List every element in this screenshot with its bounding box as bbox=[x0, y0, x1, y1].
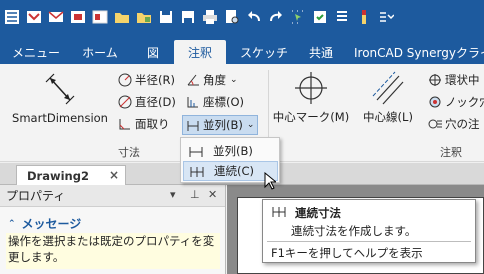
angle-button[interactable]: 角度 ⌄ bbox=[186, 72, 238, 88]
ring-center-icon bbox=[428, 73, 442, 87]
knock-hole-icon bbox=[428, 95, 442, 109]
selection-icon[interactable] bbox=[290, 9, 306, 25]
radius-label: 半径(R) bbox=[135, 73, 175, 87]
tab-sketch[interactable]: スケッチ bbox=[236, 40, 292, 64]
center-mark-icon bbox=[294, 70, 328, 109]
more-icon[interactable] bbox=[378, 9, 394, 25]
knock-hole-button[interactable]: ノック穴 bbox=[428, 94, 484, 110]
properties-panel-header: プロパティ ▾ ⊥ ✕ bbox=[0, 185, 225, 207]
panel-close-icon[interactable]: ✕ bbox=[208, 188, 217, 201]
center-mark-button[interactable]: 中心マーク(M) bbox=[272, 70, 350, 125]
dimension-group-label: 寸法 bbox=[118, 146, 140, 159]
redo-icon[interactable] bbox=[268, 9, 284, 25]
print-icon[interactable] bbox=[202, 9, 218, 25]
ring-center-button[interactable]: 環状中 bbox=[428, 72, 480, 88]
coordinate-button[interactable]: 座標(O) bbox=[186, 94, 244, 110]
radius-button[interactable]: 半径(R) bbox=[118, 72, 175, 88]
hole-info-icon bbox=[428, 117, 442, 131]
smart-dimension-label: SmartDimension bbox=[12, 111, 108, 125]
tab-drawing[interactable]: 図 bbox=[138, 40, 168, 64]
tab-common[interactable]: 共通 bbox=[300, 40, 342, 64]
mouse-cursor-icon bbox=[264, 172, 276, 190]
smart-dimension-icon bbox=[40, 70, 80, 111]
menu-item-label: 並列(B) bbox=[213, 144, 253, 158]
center-line-label: 中心線(L) bbox=[363, 110, 413, 124]
annotation-group-label: 注釈 bbox=[440, 146, 462, 159]
coordinate-label: 座標(O) bbox=[203, 95, 245, 109]
smart-dimension-button[interactable]: SmartDimension bbox=[12, 70, 108, 125]
undo-icon[interactable] bbox=[246, 9, 262, 25]
message-body: 操作を選択または既定のプロパティを変更します。 bbox=[6, 233, 220, 269]
tooltip-title-row: 連続寸法 bbox=[271, 204, 341, 221]
properties-icon[interactable] bbox=[334, 9, 350, 25]
tab-menu[interactable]: メニュー bbox=[8, 40, 64, 64]
tab-annotation[interactable]: 注釈 bbox=[174, 40, 226, 64]
tooltip-description: 連続寸法を作成します。 bbox=[291, 224, 417, 238]
tab-ironcad-synergy[interactable]: IronCAD Synergyクライア bbox=[354, 40, 484, 64]
tooltip-help-text: F1キーを押してヘルプを表示 bbox=[271, 246, 423, 260]
collapse-icon: ⌃ bbox=[8, 218, 16, 229]
close-icon[interactable]: × bbox=[109, 168, 119, 182]
parallel-split-button[interactable]: 並列(B) ⌄ bbox=[182, 115, 259, 135]
tooltip-title: 連続寸法 bbox=[295, 205, 341, 220]
print-preview-icon[interactable] bbox=[224, 9, 240, 25]
ribbon-tab-bar: メニュー ホーム 図 注釈 スケッチ 共通 IronCAD Synergyクライ… bbox=[0, 34, 484, 64]
center-mark-label: 中心マーク(M) bbox=[272, 110, 350, 124]
window-icon[interactable] bbox=[92, 9, 108, 25]
properties-panel: プロパティ ▾ ⊥ ✕ ⌃ メッセージ 操作を選択または既定のプロパティを変更し… bbox=[0, 185, 226, 274]
panel-dropdown-icon[interactable]: ▾ bbox=[170, 188, 176, 201]
properties-title: プロパティ bbox=[6, 189, 66, 203]
document-tab-drawing2[interactable]: Drawing2 × bbox=[16, 165, 126, 185]
move-icon[interactable] bbox=[312, 9, 328, 25]
parallel-label: 並列(B) bbox=[203, 118, 243, 132]
angle-dropdown-icon[interactable]: ⌄ bbox=[230, 75, 238, 85]
message-section-header[interactable]: ⌃ メッセージ bbox=[8, 215, 81, 232]
menu-item-label: 連続(C) bbox=[214, 164, 255, 178]
coordinate-icon bbox=[186, 95, 200, 109]
center-line-button[interactable]: 中心線(L) bbox=[356, 70, 420, 125]
mail-icon[interactable] bbox=[48, 9, 64, 25]
diameter-icon bbox=[118, 95, 132, 109]
chain-dimension-icon bbox=[271, 204, 287, 221]
angle-label: 角度 bbox=[203, 73, 226, 87]
hole-info-button[interactable]: 穴の注 bbox=[428, 116, 480, 132]
parallel-dimension-icon bbox=[187, 144, 205, 158]
chamfer-icon bbox=[118, 117, 132, 131]
ring-center-label: 環状中 bbox=[445, 73, 480, 87]
document-tab-label: Drawing2 bbox=[27, 168, 89, 183]
options-icon[interactable] bbox=[356, 9, 372, 25]
chain-dimension-tooltip: 連続寸法 連続寸法を作成します。 F1キーを押してヘルプを表示 bbox=[262, 199, 476, 263]
tooltip-divider bbox=[267, 241, 471, 242]
knock-hole-label: ノック穴 bbox=[445, 95, 484, 109]
message-title: メッセージ bbox=[21, 217, 82, 231]
angle-icon bbox=[186, 73, 200, 87]
chevron-down-icon[interactable]: ⌄ bbox=[247, 120, 255, 130]
radius-icon bbox=[118, 73, 132, 87]
folder-icon[interactable] bbox=[136, 9, 152, 25]
tab-home[interactable]: ホーム bbox=[74, 40, 126, 64]
quick-access-toolbar bbox=[0, 0, 484, 34]
save-all-icon[interactable] bbox=[180, 9, 196, 25]
diameter-button[interactable]: 直径(D) bbox=[118, 94, 176, 110]
pin-icon[interactable]: ⊥ bbox=[190, 188, 200, 201]
center-line-icon bbox=[371, 70, 405, 109]
open-icon[interactable] bbox=[26, 9, 42, 25]
folder-open-icon[interactable] bbox=[114, 9, 130, 25]
menu-item-parallel[interactable]: 並列(B) bbox=[183, 141, 278, 161]
chain-dimension-icon bbox=[188, 164, 206, 178]
chamfer-button[interactable]: 面取り bbox=[118, 116, 170, 132]
scene-icon[interactable] bbox=[70, 9, 86, 25]
save-icon[interactable] bbox=[158, 9, 174, 25]
parallel-dimension-icon bbox=[186, 118, 200, 132]
diameter-label: 直径(D) bbox=[135, 95, 176, 109]
app-menu-icon[interactable] bbox=[4, 9, 20, 25]
chamfer-label: 面取り bbox=[135, 117, 170, 131]
hole-info-label: 穴の注 bbox=[445, 117, 480, 131]
